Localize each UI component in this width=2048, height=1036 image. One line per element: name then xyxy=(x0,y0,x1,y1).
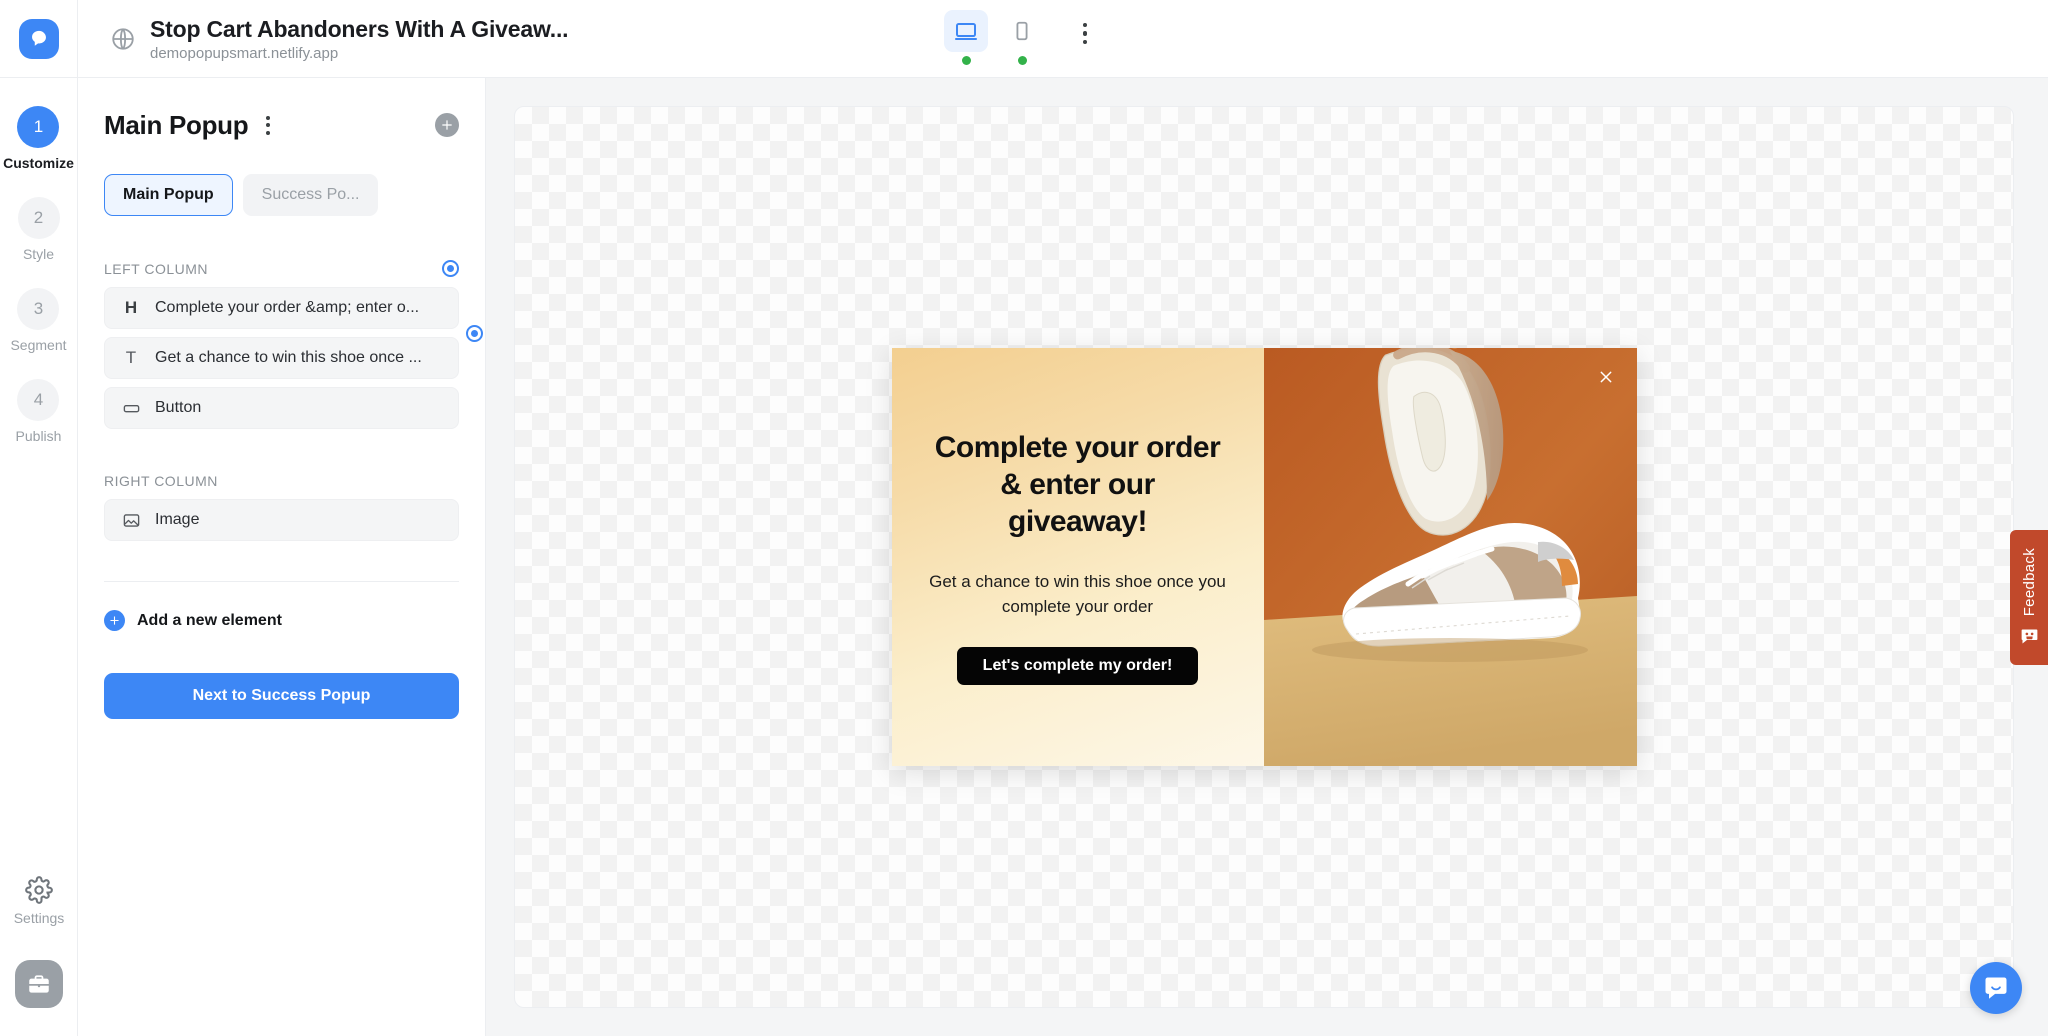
rail-step-label: Segment xyxy=(10,337,67,353)
mobile-status-dot xyxy=(1017,56,1027,65)
panel-header: Main Popup xyxy=(104,104,459,146)
text-icon: T xyxy=(125,348,137,367)
element-row-button[interactable]: Button xyxy=(104,387,459,429)
smiley-face-icon xyxy=(2019,626,2040,647)
tab-main-popup[interactable]: Main Popup xyxy=(104,174,233,216)
element-label: Button xyxy=(155,399,202,416)
plus-circle-icon xyxy=(104,610,125,631)
popup-left-column: Complete your order & enter our giveaway… xyxy=(891,348,1264,766)
popup-right-column[interactable] xyxy=(1263,348,1637,766)
body: 1 Customize 2 Style 3 Segment 4 Publish xyxy=(0,78,2048,1036)
rail-step-label: Customize xyxy=(3,155,74,171)
plus-icon xyxy=(442,120,452,130)
popup-cta-button[interactable]: Let's complete my order! xyxy=(956,647,1199,686)
rail-step-segment[interactable]: 3 Segment xyxy=(10,288,67,353)
left-column-elements: H Complete your order &amp; enter o... T… xyxy=(104,287,483,429)
chat-launcher-button[interactable] xyxy=(1970,962,2022,1014)
panel-add-button[interactable] xyxy=(435,113,459,137)
tab-success-popup[interactable]: Success Po... xyxy=(242,174,379,216)
popup-heading[interactable]: Complete your order & enter our giveaway… xyxy=(928,429,1228,541)
globe-icon xyxy=(110,26,136,52)
element-row-heading[interactable]: H Complete your order &amp; enter o... xyxy=(104,287,459,329)
right-column-title: RIGHT COLUMN xyxy=(104,473,218,489)
image-icon xyxy=(121,511,141,530)
desktop-icon xyxy=(944,10,988,52)
add-new-element-button[interactable]: Add a new element xyxy=(104,610,459,631)
tab-label: Main Popup xyxy=(123,186,214,203)
rail-step-style[interactable]: 2 Style xyxy=(17,197,60,262)
workspace-button[interactable] xyxy=(15,960,63,1008)
panel-more-button[interactable] xyxy=(262,112,274,139)
step-rail: 1 Customize 2 Style 3 Segment 4 Publish xyxy=(0,78,78,1036)
rail-step-label: Style xyxy=(22,246,55,262)
popup-step-tabs: Main Popup Success Po... xyxy=(104,174,459,216)
rail-step-number: 1 xyxy=(17,106,60,148)
element-label: Complete your order &amp; enter o... xyxy=(155,299,420,316)
site-info: Stop Cart Abandoners With A Giveaw... de… xyxy=(110,15,569,63)
popup-paragraph[interactable]: Get a chance to win this shoe once you c… xyxy=(928,570,1228,619)
popup-close-icon[interactable] xyxy=(1595,366,1617,388)
feedback-tab[interactable]: Feedback xyxy=(2010,530,2048,665)
app-logo-wrap xyxy=(0,0,78,78)
gear-icon xyxy=(25,876,53,904)
preview-canvas: Complete your order & enter our giveaway… xyxy=(486,78,2048,1036)
right-column-header: RIGHT COLUMN xyxy=(104,473,459,489)
rail-step-number: 2 xyxy=(17,197,60,239)
app-root: Stop Cart Abandoners With A Giveaw... de… xyxy=(0,0,2048,1036)
top-bar-more-button[interactable] xyxy=(1063,12,1107,56)
rail-step-number: 4 xyxy=(17,379,60,421)
rail-step-publish[interactable]: 4 Publish xyxy=(15,379,62,444)
next-to-success-popup-button[interactable]: Next to Success Popup xyxy=(104,673,459,719)
canvas-surface: Complete your order & enter our giveaway… xyxy=(514,106,2014,1008)
device-preview-toggles xyxy=(941,8,1107,65)
right-column-elements: Image xyxy=(104,499,459,541)
page-title: Stop Cart Abandoners With A Giveaw... xyxy=(150,15,569,42)
list-item: Button xyxy=(104,387,459,429)
button-icon xyxy=(121,399,141,418)
device-toggle-desktop[interactable] xyxy=(941,8,991,65)
sneaker-product-photo xyxy=(1263,348,1637,766)
add-new-element-label: Add a new element xyxy=(137,611,282,629)
kebab-menu-icon xyxy=(1082,22,1088,45)
panel-divider xyxy=(104,581,459,582)
list-item: H Complete your order &amp; enter o... xyxy=(104,287,459,329)
rail-settings-label: Settings xyxy=(13,910,65,926)
rail-step-label: Publish xyxy=(15,428,62,444)
feedback-label: Feedback xyxy=(2020,548,2038,617)
panel-title: Main Popup xyxy=(104,109,249,140)
element-radio-text[interactable] xyxy=(466,325,483,342)
rail-step-number: 3 xyxy=(17,288,60,330)
editor-panel: Main Popup Main Popup Success Po... LEFT… xyxy=(78,78,486,1036)
rail-settings-button[interactable]: Settings xyxy=(13,876,65,926)
rail-bottom: Settings xyxy=(0,876,78,1008)
list-item: T Get a chance to win this shoe once ... xyxy=(104,325,483,379)
left-column-radio[interactable] xyxy=(442,260,459,277)
element-row-image[interactable]: Image xyxy=(104,499,459,541)
tab-label: Success Po... xyxy=(261,186,360,203)
left-column-header: LEFT COLUMN xyxy=(104,260,459,277)
briefcase-icon xyxy=(26,971,52,997)
mobile-icon xyxy=(1000,10,1044,52)
device-toggle-mobile[interactable] xyxy=(997,8,1047,65)
desktop-status-dot xyxy=(961,56,971,65)
list-item: Image xyxy=(104,499,459,541)
element-label: Image xyxy=(155,511,200,528)
left-column-title: LEFT COLUMN xyxy=(104,260,209,277)
popupsmart-logo-icon[interactable] xyxy=(18,19,59,59)
popup-preview: Complete your order & enter our giveaway… xyxy=(891,348,1637,766)
top-bar: Stop Cart Abandoners With A Giveaw... de… xyxy=(0,0,2048,78)
heading-icon: H xyxy=(124,298,138,317)
site-url: demopopupsmart.netlify.app xyxy=(150,44,339,62)
element-row-text[interactable]: T Get a chance to win this shoe once ... xyxy=(104,337,459,379)
rail-step-customize[interactable]: 1 Customize xyxy=(3,106,74,171)
chat-bubble-icon xyxy=(1982,974,2010,1002)
element-label: Get a chance to win this shoe once ... xyxy=(155,349,422,366)
